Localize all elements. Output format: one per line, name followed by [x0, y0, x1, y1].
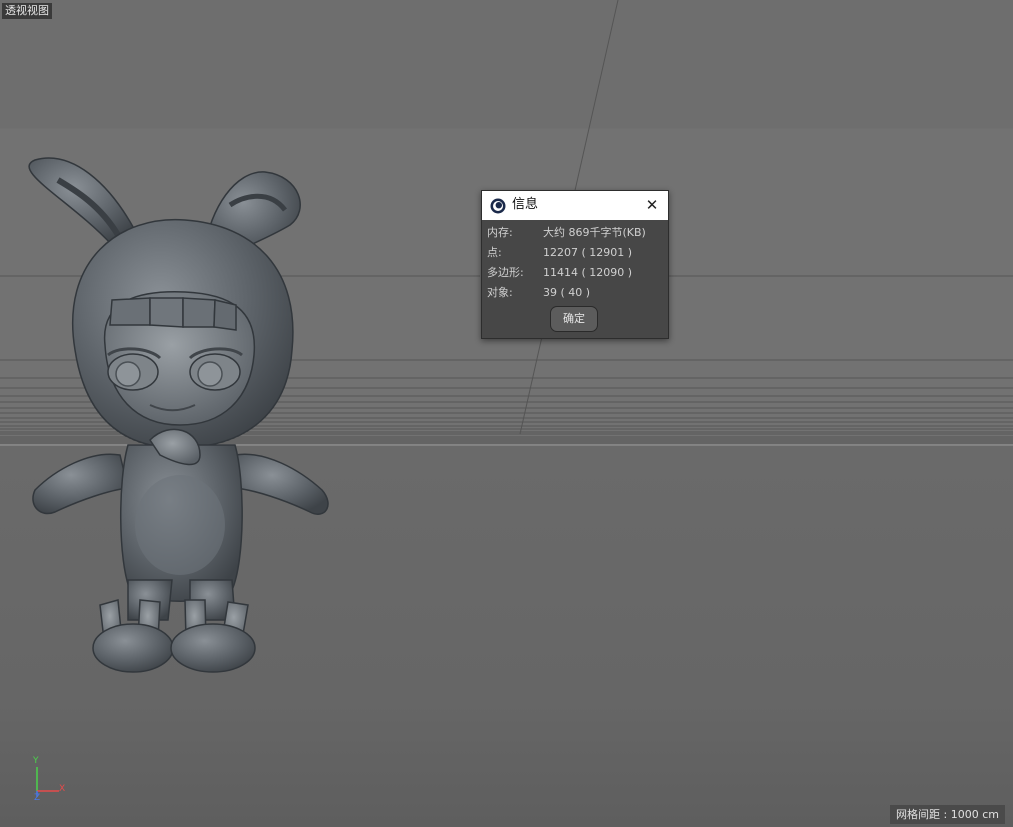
polygons-value: 11414 ( 12090 ): [543, 266, 633, 279]
ok-button[interactable]: 确定: [550, 306, 598, 332]
memory-label: 内存:: [487, 226, 513, 239]
dialog-titlebar[interactable]: 信息 ✕: [482, 191, 668, 220]
objects-label: 对象:: [487, 286, 513, 299]
axis-y-label: Y: [33, 756, 39, 766]
memory-value: 大约 869千字节(KB): [543, 226, 646, 239]
close-icon[interactable]: ✕: [642, 195, 662, 215]
polygons-row: 多边形: 11414 ( 12090 ): [487, 265, 663, 281]
axis-gizmo: Y X Z: [28, 755, 78, 807]
axis-x-label: X: [59, 784, 66, 794]
points-row: 点: 12207 ( 12901 ): [487, 245, 663, 261]
cinema4d-logo-icon: [490, 198, 506, 214]
bunny-character-model[interactable]: [0, 0, 400, 700]
objects-value: 39 ( 40 ): [543, 286, 591, 299]
memory-row: 内存: 大约 869千字节(KB): [487, 225, 663, 241]
grid-spacing-readout: 网格间距 : 1000 cm: [890, 805, 1005, 824]
viewport-title[interactable]: 透视视图: [2, 3, 52, 19]
points-label: 点:: [487, 246, 502, 259]
info-dialog: 信息 ✕ 内存: 大约 869千字节(KB) 点: 12207 ( 12901 …: [481, 190, 669, 339]
dialog-title: 信息: [512, 197, 539, 212]
objects-row: 对象: 39 ( 40 ): [487, 285, 663, 301]
polygons-label: 多边形:: [487, 266, 524, 279]
axis-z-label: Z: [34, 793, 41, 803]
points-value: 12207 ( 12901 ): [543, 246, 633, 259]
perspective-viewport[interactable]: 透视视图 Y X Z 网格间距 : 1000 cm: [0, 0, 1013, 827]
